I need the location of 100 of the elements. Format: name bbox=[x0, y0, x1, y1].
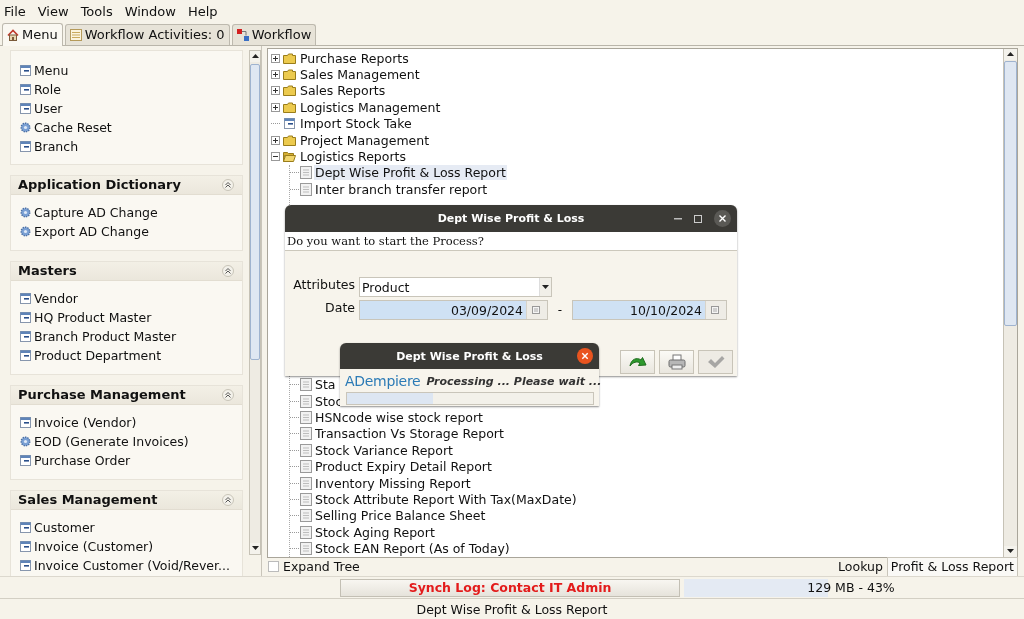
menu[interactable]: View bbox=[33, 3, 74, 19]
folder-icon bbox=[283, 69, 296, 81]
checkbox-label[interactable]: Expand Tree bbox=[283, 559, 360, 575]
close-icon[interactable] bbox=[577, 348, 593, 364]
section-title: Application Dictionary bbox=[18, 177, 181, 193]
lookup-field[interactable]: Profit & Loss Report bbox=[886, 556, 1018, 577]
maximize-icon[interactable] bbox=[694, 214, 702, 223]
menu-item[interactable]: Invoice (Customer) bbox=[11, 536, 243, 556]
section-title: Sales Management bbox=[18, 492, 158, 508]
checkbox[interactable] bbox=[268, 561, 279, 573]
window-icon bbox=[20, 540, 31, 552]
down-arrow-icon bbox=[1007, 549, 1014, 554]
plus-box-icon[interactable] bbox=[271, 70, 280, 80]
tab[interactable]: Workflow Activities: 0 bbox=[64, 23, 230, 45]
progress-message: Processing ... Please wait ... bbox=[426, 374, 602, 388]
menu-item[interactable]: Invoice (Vendor) bbox=[11, 412, 243, 432]
tree-item[interactable]: Sales Reports bbox=[299, 83, 387, 99]
attributes-dropdown[interactable]: Product bbox=[359, 277, 552, 297]
date-field[interactable]: 03/09/2024 bbox=[359, 300, 548, 320]
tree-item[interactable]: Sta bbox=[314, 377, 337, 393]
plus-box-icon[interactable] bbox=[271, 102, 280, 112]
window-icon bbox=[20, 349, 31, 361]
scrollbar[interactable] bbox=[1003, 48, 1017, 557]
menu-item[interactable]: HQ Product Master bbox=[11, 307, 243, 327]
tree-item[interactable]: Inter branch transfer report bbox=[314, 181, 489, 197]
window-icon bbox=[20, 521, 31, 533]
gear-icon bbox=[20, 435, 31, 447]
tab[interactable]: Menu bbox=[2, 22, 63, 46]
menu-item[interactable]: Branch bbox=[11, 136, 243, 156]
print-button[interactable] bbox=[659, 350, 694, 374]
window-icon bbox=[20, 140, 31, 152]
menu-item[interactable]: Role bbox=[11, 79, 243, 99]
collapse-icon[interactable] bbox=[222, 388, 235, 401]
menu-item[interactable]: Product Department bbox=[11, 345, 243, 365]
collapse-icon[interactable] bbox=[222, 264, 235, 277]
tree-item[interactable]: Dept Wise Profit & Loss Report bbox=[314, 165, 507, 181]
up-arrow-icon bbox=[1007, 52, 1014, 57]
calendar-icon[interactable] bbox=[531, 306, 540, 314]
folder-icon bbox=[283, 52, 296, 64]
minimize-icon[interactable] bbox=[674, 217, 682, 220]
menu-item[interactable]: Cache Reset bbox=[11, 117, 243, 137]
brand-logo: ADempiere bbox=[345, 373, 421, 389]
menu-item[interactable]: Customer bbox=[11, 517, 243, 537]
menu[interactable]: Tools bbox=[76, 3, 118, 19]
window-icon bbox=[20, 559, 31, 571]
menu[interactable]: Window bbox=[120, 3, 181, 19]
tree-item[interactable]: Stock Aging Report bbox=[314, 524, 436, 540]
menu-item[interactable]: Vendor bbox=[11, 288, 243, 308]
section-title: Masters bbox=[18, 263, 77, 279]
tree-item[interactable]: Product Expiry Detail Report bbox=[314, 459, 493, 475]
menu-item[interactable]: EOD (Generate Invoices) bbox=[11, 431, 243, 451]
menu-item[interactable]: Invoice Customer (Void/Rever... bbox=[11, 555, 243, 575]
arrow-button[interactable] bbox=[620, 350, 655, 374]
tree-item[interactable]: Inventory Missing Report bbox=[314, 475, 472, 491]
range-separator: - bbox=[556, 303, 564, 317]
menu-item[interactable]: Capture AD Change bbox=[11, 202, 243, 222]
window-icon bbox=[284, 118, 295, 130]
tree-item[interactable]: Stoc bbox=[314, 393, 344, 409]
plus-box-icon[interactable] bbox=[271, 53, 280, 63]
menu[interactable]: Help bbox=[183, 3, 223, 19]
memory-reading: 129 MB - 43% bbox=[807, 580, 895, 596]
home-icon bbox=[7, 28, 19, 41]
window-icon bbox=[20, 102, 31, 114]
tree-item[interactable]: Purchase Reports bbox=[299, 50, 410, 66]
menu-item[interactable]: User bbox=[11, 98, 243, 118]
tab[interactable]: Workflow bbox=[231, 23, 317, 45]
minus-box-icon[interactable] bbox=[271, 152, 280, 161]
collapse-icon[interactable] bbox=[222, 178, 235, 191]
field-label: Lookup bbox=[838, 559, 883, 575]
tree-item[interactable]: Sales Management bbox=[299, 67, 421, 83]
menu-item[interactable]: Purchase Order bbox=[11, 450, 243, 470]
date-field[interactable]: 10/10/2024 bbox=[572, 300, 727, 320]
list-icon bbox=[69, 28, 82, 41]
tree-item[interactable]: HSNcode wise stock report bbox=[314, 409, 484, 425]
scrollbar[interactable] bbox=[249, 49, 261, 555]
tree-item[interactable]: Import Stock Take bbox=[299, 116, 413, 132]
plus-box-icon[interactable] bbox=[271, 135, 280, 145]
tree-item[interactable]: Stock EAN Report (As of Today) bbox=[314, 541, 511, 557]
tree-item[interactable]: Logistics Management bbox=[299, 99, 442, 115]
open-folder-icon bbox=[283, 151, 296, 162]
status-button[interactable]: Synch Log: Contact IT Admin bbox=[340, 578, 680, 597]
checkmark-icon bbox=[706, 355, 725, 369]
tree-item[interactable]: Logistics Reports bbox=[299, 149, 407, 164]
menu[interactable]: File bbox=[0, 3, 31, 19]
gear-icon bbox=[20, 225, 31, 237]
tree-item[interactable]: Selling Price Balance Sheet bbox=[314, 508, 487, 524]
plus-box-icon[interactable] bbox=[271, 86, 280, 96]
window-icon bbox=[20, 330, 31, 342]
up-arrow-icon bbox=[251, 54, 259, 59]
tree-item[interactable]: Project Management bbox=[299, 132, 431, 148]
tree-item[interactable]: Stock Variance Report bbox=[314, 442, 454, 458]
collapse-icon[interactable] bbox=[222, 493, 235, 506]
tree-item[interactable]: Transaction Vs Storage Report bbox=[314, 426, 505, 442]
menu-item[interactable]: Export AD Change bbox=[11, 221, 243, 241]
close-icon[interactable] bbox=[714, 210, 731, 227]
menu-item[interactable]: Menu bbox=[11, 60, 243, 80]
field-label: Attributes bbox=[292, 277, 355, 292]
tree-item[interactable]: Stock Attribute Report With Tax(MaxDate) bbox=[314, 491, 578, 507]
menu-item[interactable]: Branch Product Master bbox=[11, 326, 243, 346]
calendar-icon[interactable] bbox=[710, 306, 719, 314]
